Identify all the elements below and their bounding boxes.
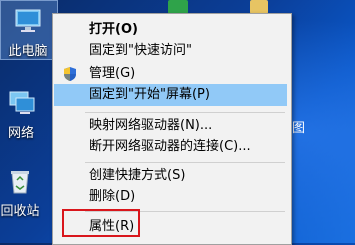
menu-item-delete[interactable]: 删除(D) (53, 186, 289, 208)
menu-item-disconnect-network-drive[interactable]: 断开网络驱动器的连接(C)... (53, 136, 289, 158)
menu-item-pin-quick-access-label: 固定到"快速访问" (89, 43, 192, 58)
desktop-icon-recycle-bin[interactable]: 回收站 (0, 166, 49, 219)
menu-item-disconnect-network-drive-label: 断开网络驱动器的连接(C)... (89, 139, 251, 154)
partial-desktop-label: 图 (292, 121, 306, 136)
menu-item-pin-start-label: 固定到"开始"屏幕(P) (89, 87, 210, 102)
network-label: 网络 (7, 126, 34, 141)
menu-item-create-shortcut-label: 创建快捷方式(S) (89, 168, 186, 183)
network-icon (6, 88, 36, 118)
computer-icon (13, 6, 43, 36)
menu-separator (85, 162, 285, 163)
partial-taskbar-icon-1 (168, 0, 188, 14)
menu-item-open[interactable]: 打开(O) (53, 19, 289, 41)
annotation-highlight-box (62, 209, 140, 237)
menu-item-pin-start[interactable]: 固定到"开始"屏幕(P) (54, 84, 287, 106)
menu-item-manage[interactable]: 管理(G) (53, 63, 289, 85)
this-pc-label: 此电脑 (8, 44, 48, 59)
menu-item-pin-quick-access[interactable]: 固定到"快速访问" (53, 40, 289, 62)
menu-item-delete-label: 删除(D) (89, 189, 136, 204)
recycle-bin-icon (5, 166, 35, 196)
menu-item-map-network-drive-label: 映射网络驱动器(N)... (89, 118, 213, 133)
menu-item-manage-label: 管理(G) (89, 66, 136, 81)
menu-separator (85, 112, 285, 113)
menu-item-create-shortcut[interactable]: 创建快捷方式(S) (53, 165, 289, 187)
menu-item-open-label: 打开(O) (89, 22, 138, 37)
menu-item-map-network-drive[interactable]: 映射网络驱动器(N)... (53, 115, 289, 137)
desktop-icon-this-pc[interactable]: 此电脑 (0, 6, 57, 59)
desktop-icon-network[interactable]: 网络 (0, 88, 50, 141)
partial-taskbar-icon-2 (250, 0, 268, 14)
recycle-bin-label: 回收站 (0, 204, 40, 219)
shield-icon (62, 66, 78, 82)
